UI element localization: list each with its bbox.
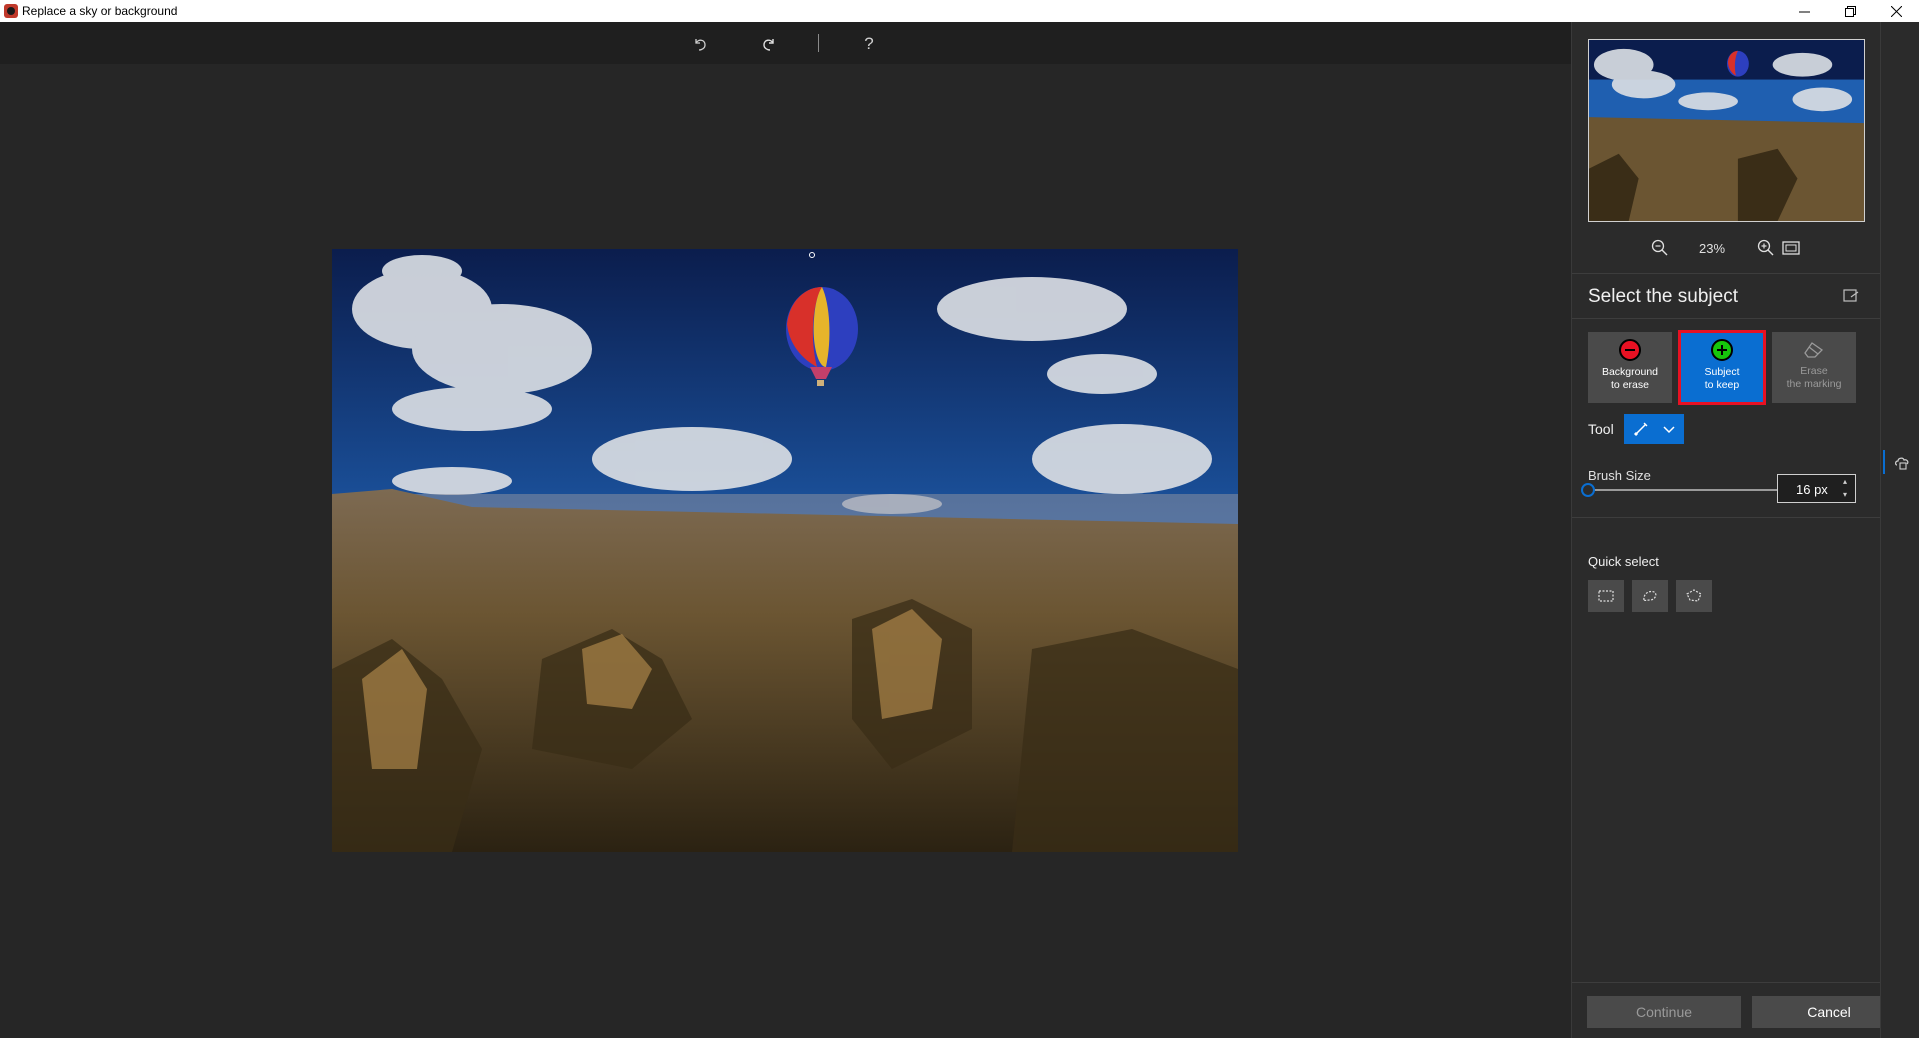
toolbar-separator xyxy=(818,34,819,52)
restore-button[interactable] xyxy=(1827,0,1873,22)
thumbnail-image xyxy=(1589,40,1864,221)
panel-divider xyxy=(1572,982,1881,983)
minimize-icon xyxy=(1798,11,1810,12)
right-panel: 23% Select the subject Background to era… xyxy=(1571,22,1881,1038)
section-title: Select the subject xyxy=(1588,286,1738,307)
undo-button[interactable] xyxy=(686,31,714,57)
tool-dropdown-button[interactable] xyxy=(1624,414,1684,444)
plus-circle-icon xyxy=(1711,339,1733,361)
quick-select-label: Quick select xyxy=(1588,554,1659,569)
tool-label: Tool xyxy=(1588,421,1614,437)
polygon-lasso-button[interactable] xyxy=(1676,580,1712,612)
redo-icon xyxy=(763,39,774,51)
minimize-button[interactable] xyxy=(1781,0,1827,22)
close-button[interactable] xyxy=(1873,0,1919,22)
panel-divider xyxy=(1572,318,1881,319)
brush-size-value: 16 px xyxy=(1796,482,1828,497)
panel-info-icon[interactable] xyxy=(1842,288,1860,304)
title-bar: Replace a sky or background xyxy=(0,0,1919,22)
brush-size-label: Brush Size xyxy=(1588,468,1651,483)
redo-button[interactable] xyxy=(755,31,783,57)
brush-size-input[interactable]: 16 px ▴ ▾ xyxy=(1777,474,1856,503)
brush-size-slider[interactable] xyxy=(1581,483,1778,497)
mode-label-line2: to erase xyxy=(1611,379,1649,391)
rectangle-select-icon xyxy=(1598,590,1614,602)
app-logo-icon xyxy=(4,4,18,18)
erase-marking-button[interactable]: Erase the marking xyxy=(1772,332,1856,403)
mode-label-line2: to keep xyxy=(1704,379,1740,391)
spin-up-icon[interactable]: ▴ xyxy=(1843,478,1851,486)
minus-circle-icon xyxy=(1619,339,1641,361)
subject-to-keep-button[interactable]: Subject to keep xyxy=(1678,330,1766,405)
app-window: Replace a sky or background ? 23% Select… xyxy=(0,0,1919,1038)
eraser-icon xyxy=(1804,342,1824,358)
mode-label-line2: the marking xyxy=(1786,378,1842,390)
zoom-out-icon[interactable] xyxy=(1650,238,1670,258)
help-button[interactable]: ? xyxy=(855,31,883,57)
zoom-level: 23% xyxy=(1698,241,1726,256)
lasso-select-button[interactable] xyxy=(1632,580,1668,612)
image-canvas[interactable] xyxy=(0,64,1571,1038)
brush-cursor xyxy=(809,252,815,258)
brush-icon xyxy=(1633,422,1648,437)
spin-down-icon[interactable]: ▾ xyxy=(1843,491,1851,499)
continue-button[interactable]: Continue xyxy=(1587,996,1741,1028)
chevron-down-icon xyxy=(1663,426,1675,434)
rectangle-select-button[interactable] xyxy=(1588,580,1624,612)
undo-icon xyxy=(695,39,706,51)
window-title: Replace a sky or background xyxy=(22,4,178,18)
landscape-image xyxy=(332,249,1238,852)
restore-icon xyxy=(1844,5,1856,17)
lasso-select-icon xyxy=(1643,590,1657,602)
editing-photo[interactable] xyxy=(332,249,1238,852)
panel-divider xyxy=(1572,273,1881,274)
navigator-thumbnail[interactable] xyxy=(1588,39,1865,222)
sky-replace-icon[interactable] xyxy=(1893,454,1911,472)
strip-active-indicator xyxy=(1883,450,1885,474)
mode-label-line1: Erase xyxy=(1800,365,1828,377)
fit-to-screen-icon[interactable] xyxy=(1781,239,1801,257)
panel-divider xyxy=(1572,517,1881,518)
polygon-lasso-icon xyxy=(1686,589,1702,602)
zoom-controls: 23% xyxy=(1572,236,1881,260)
top-toolbar: ? xyxy=(0,22,1571,64)
close-icon xyxy=(1890,5,1902,17)
mode-label-line1: Subject xyxy=(1704,366,1740,378)
background-to-erase-button[interactable]: Background to erase xyxy=(1588,332,1672,403)
side-strip xyxy=(1880,22,1919,1038)
slider-thumb[interactable] xyxy=(1581,483,1595,497)
zoom-in-icon[interactable] xyxy=(1756,238,1776,258)
mode-label-line1: Background xyxy=(1601,366,1659,378)
